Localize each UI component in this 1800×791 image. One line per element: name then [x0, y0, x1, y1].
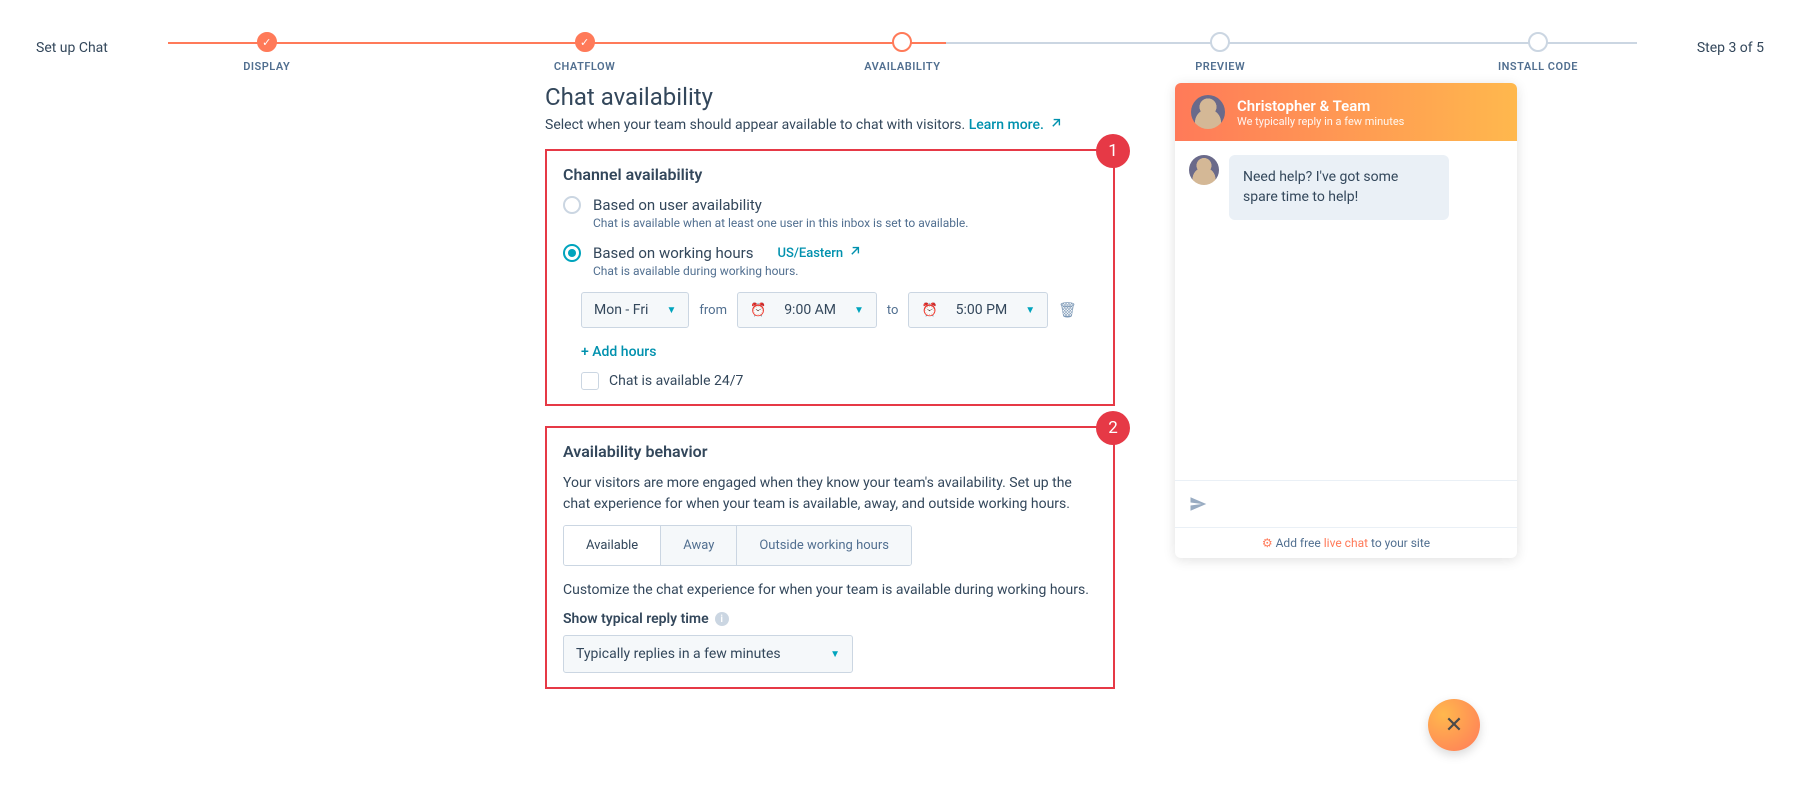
days-select[interactable]: Mon - Fri▼	[581, 292, 689, 328]
radio-user-availability-hint: Chat is available when at least one user…	[593, 216, 1097, 230]
live-chat-link[interactable]: live chat	[1324, 536, 1368, 550]
step-chatflow[interactable]: ✓ CHATFLOW	[426, 32, 744, 73]
tab-outside-hours[interactable]: Outside working hours	[737, 526, 911, 565]
channel-availability-heading: Channel availability	[563, 165, 1097, 184]
to-label: to	[887, 303, 899, 318]
chat-message: Need help? I've got some spare time to h…	[1229, 155, 1449, 220]
add-hours-link[interactable]: + Add hours	[581, 344, 656, 360]
close-icon: ✕	[1445, 713, 1463, 738]
radio-user-availability[interactable]	[563, 196, 581, 214]
tab-away[interactable]: Away	[661, 526, 737, 565]
wizard-stepper: ✓ DISPLAY ✓ CHATFLOW AVAILABILITY PREVIE…	[108, 20, 1697, 73]
tab-available[interactable]: Available	[564, 526, 661, 565]
wizard-title: Set up Chat	[36, 20, 108, 56]
step-preview[interactable]: PREVIEW	[1061, 32, 1379, 73]
reply-time-label: Show typical reply time i	[563, 611, 1097, 627]
external-link-icon	[849, 246, 860, 257]
external-link-icon	[1050, 118, 1061, 129]
chat-subtitle: We typically reply in a few minutes	[1237, 115, 1404, 128]
step-install-code[interactable]: INSTALL CODE	[1379, 32, 1697, 73]
chat-input-row[interactable]	[1175, 481, 1517, 527]
callout-badge-1: 1	[1096, 134, 1130, 168]
timezone-link[interactable]: US/Eastern	[777, 246, 860, 261]
chat-footer: ⚙ Add free live chat to your site	[1175, 527, 1517, 558]
start-time-select[interactable]: ⏰ 9:00 AM▼	[737, 292, 877, 328]
radio-working-hours[interactable]	[563, 244, 581, 262]
from-label: from	[699, 303, 727, 318]
step-counter: Step 3 of 5	[1697, 20, 1764, 56]
chat-preview: Christopher & Team We typically reply in…	[1175, 83, 1517, 709]
always-available-checkbox[interactable]	[581, 372, 599, 390]
step-display[interactable]: ✓ DISPLAY	[108, 32, 426, 73]
radio-working-hours-hint: Chat is available during working hours.	[593, 264, 1097, 278]
behavior-tabs: Available Away Outside working hours	[563, 525, 912, 566]
availability-behavior-heading: Availability behavior	[563, 442, 1097, 461]
learn-more-link[interactable]: Learn more.	[969, 117, 1062, 133]
page-title: Chat availability	[545, 83, 1115, 111]
send-icon[interactable]	[1189, 495, 1207, 513]
clock-icon: ⏰	[750, 303, 766, 318]
hubspot-sprocket-icon: ⚙	[1262, 536, 1273, 550]
availability-behavior-body: Your visitors are more engaged when they…	[563, 473, 1097, 515]
callout-badge-2: 2	[1096, 411, 1130, 445]
chat-title: Christopher & Team	[1237, 97, 1404, 115]
availability-behavior-panel: 2 Availability behavior Your visitors ar…	[545, 426, 1115, 689]
avatar	[1191, 95, 1225, 129]
info-icon[interactable]: i	[715, 612, 729, 626]
available-tab-description: Customize the chat experience for when y…	[563, 580, 1097, 601]
chat-header: Christopher & Team We typically reply in…	[1175, 83, 1517, 141]
end-time-select[interactable]: ⏰ 5:00 PM▼	[908, 292, 1048, 328]
reply-time-select[interactable]: Typically replies in a few minutes▼	[563, 635, 853, 673]
close-fab[interactable]: ✕	[1428, 699, 1480, 751]
channel-availability-panel: 1 Channel availability Based on user ava…	[545, 149, 1115, 406]
step-availability[interactable]: AVAILABILITY	[743, 32, 1061, 73]
radio-user-availability-label: Based on user availability	[593, 196, 762, 214]
clock-icon: ⏰	[921, 303, 937, 318]
chat-body[interactable]: Need help? I've got some spare time to h…	[1175, 141, 1517, 481]
delete-hours-icon[interactable]: 🗑	[1058, 301, 1077, 319]
always-available-label: Chat is available 24/7	[609, 373, 743, 389]
page-subtitle: Select when your team should appear avai…	[545, 117, 1115, 133]
avatar	[1189, 155, 1219, 185]
radio-working-hours-label: Based on working hours	[593, 244, 753, 262]
